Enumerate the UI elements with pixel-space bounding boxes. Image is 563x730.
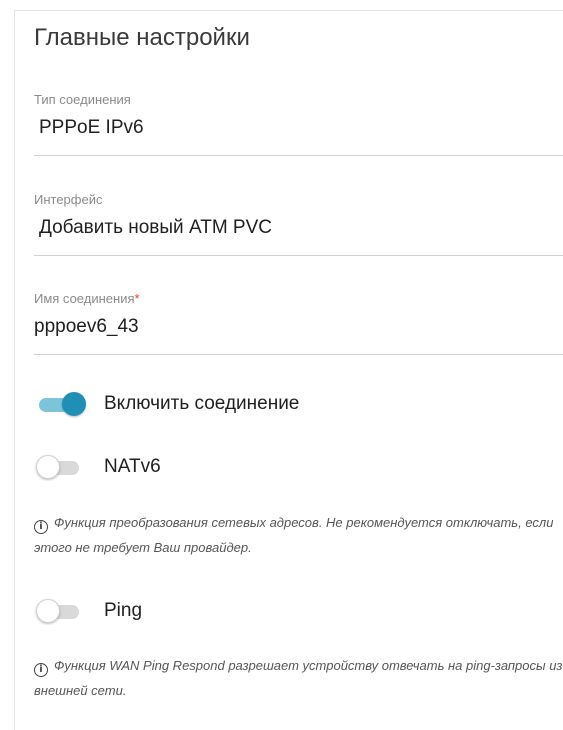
ping-hint: i Функция WAN Ping Respond разрешает устр… [34,653,563,703]
ping-row: Ping [36,596,142,626]
toggle-knob [62,392,86,416]
interface-value[interactable]: Добавить новый ATM PVC [34,217,563,239]
connection-name-field[interactable]: Имя соединения* pppoev6_43 [34,291,563,355]
interface-label: Интерфейс [34,192,103,207]
enable-connection-label: Включить соединение [104,393,300,414]
natv6-label: NATv6 [104,456,161,477]
toggle-knob [36,455,60,479]
info-icon: i [34,663,48,677]
natv6-row: NATv6 [36,452,161,482]
connection-type-value[interactable]: PPPoE IPv6 [34,117,563,139]
section-title: Главные настройки [34,24,250,51]
natv6-hint: i Функция преобразования сетевых адресов.… [34,510,563,560]
ping-hint-text: Функция WAN Ping Respond разрешает устро… [34,658,563,698]
connection-type-field[interactable]: Тип соединения PPPoE IPv6 [34,92,563,156]
connection-type-label: Тип соединения [34,92,131,107]
interface-field[interactable]: Интерфейс Добавить новый ATM PVC [34,192,563,256]
connection-name-label-text: Имя соединения [34,291,135,306]
toggle-knob [36,599,60,623]
ping-label: Ping [104,600,143,621]
required-marker: * [134,291,140,306]
info-icon: i [34,520,48,534]
connection-name-label: Имя соединения* [34,291,563,307]
enable-connection-row: Включить соединение [36,389,299,419]
natv6-toggle[interactable] [36,454,84,480]
ping-toggle[interactable] [36,598,84,624]
connection-name-input[interactable]: pppoev6_43 [34,316,563,338]
natv6-hint-text: Функция преобразования сетевых адресов. … [34,515,554,555]
enable-connection-toggle[interactable] [36,391,86,417]
